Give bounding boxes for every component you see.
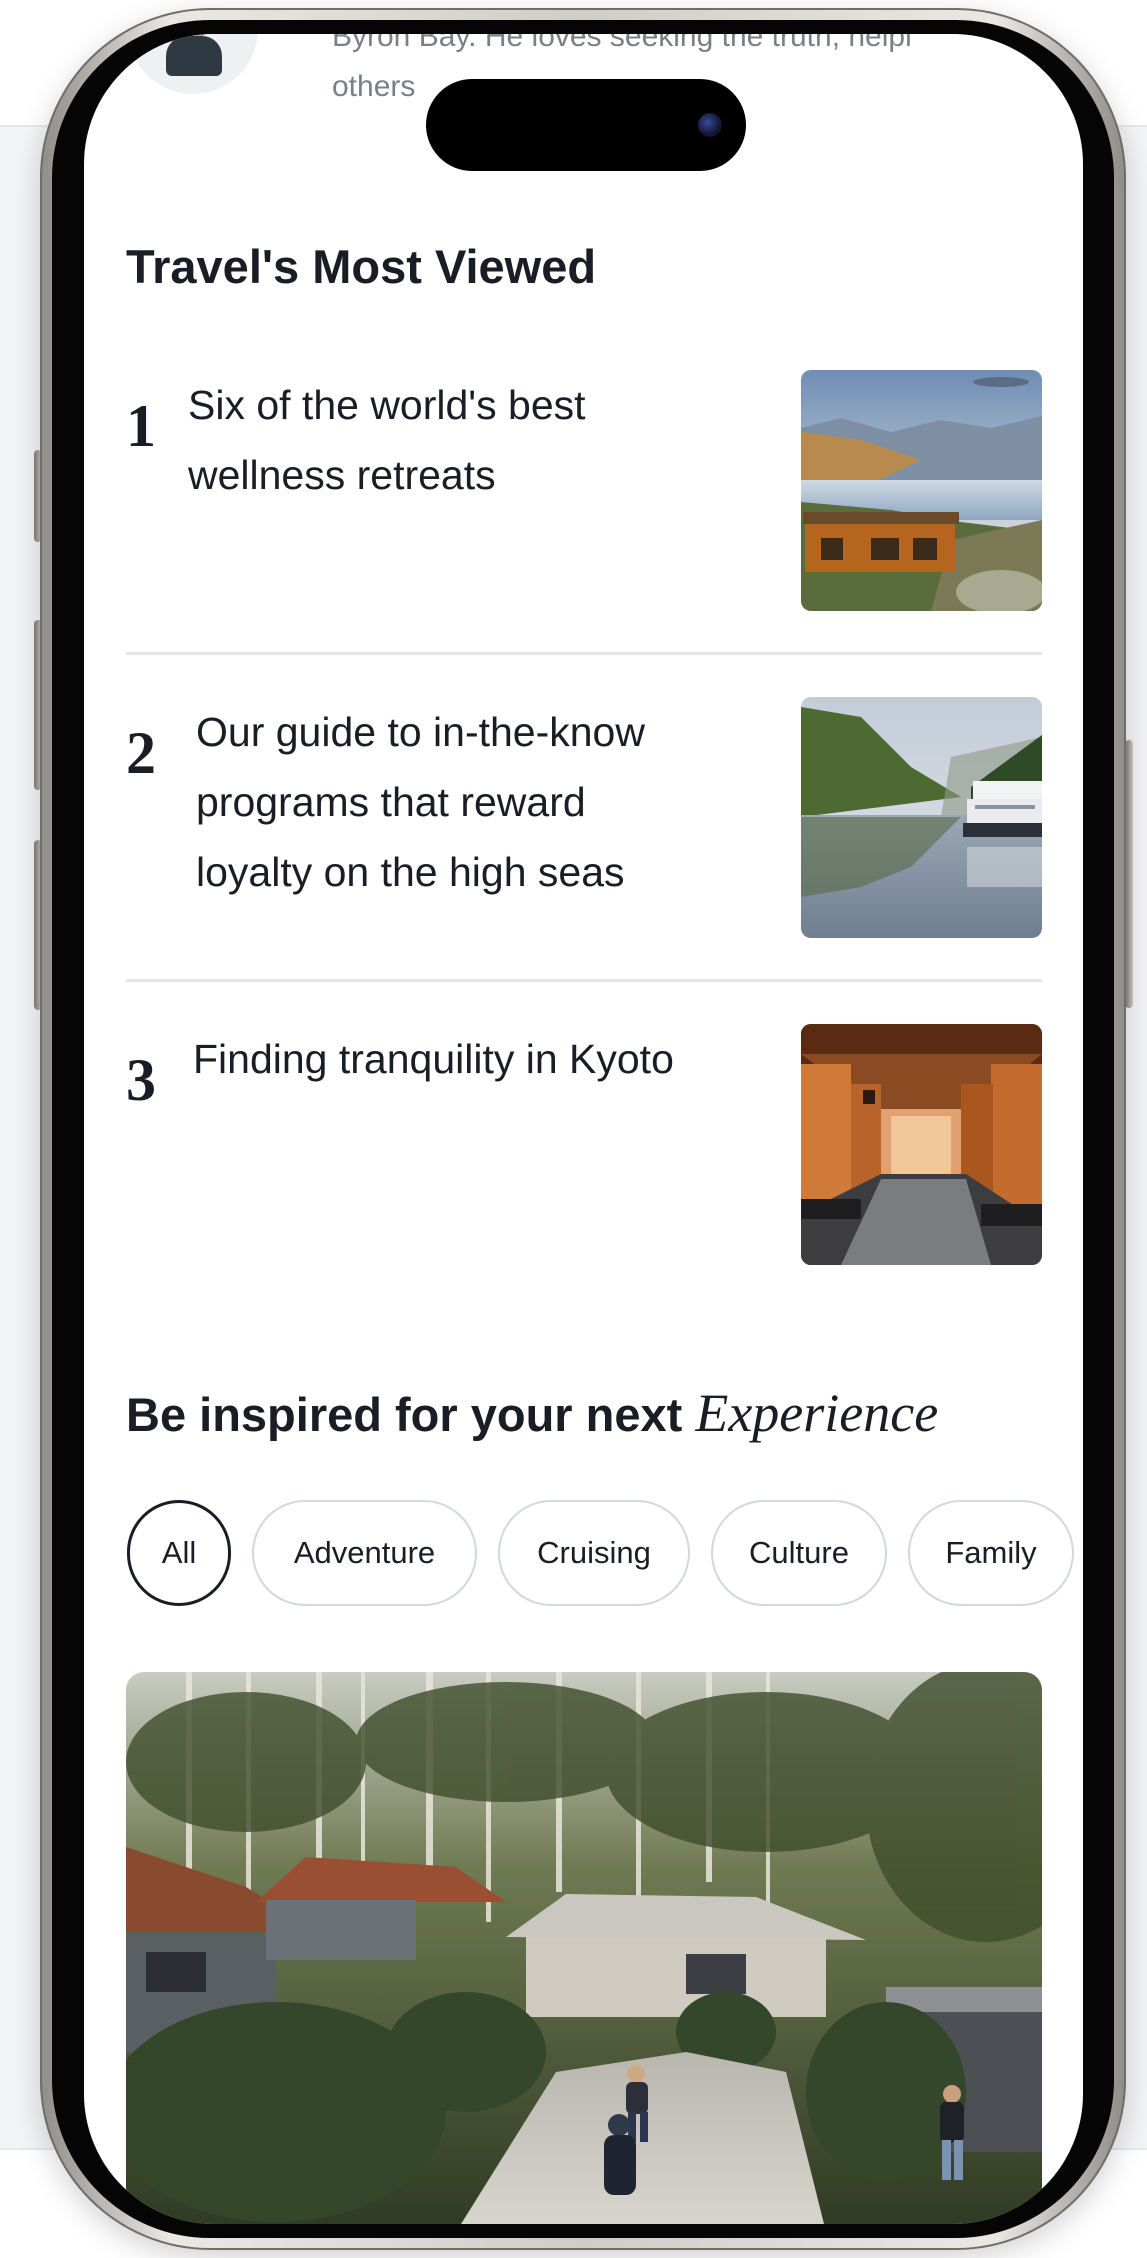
most-viewed-item[interactable]: 1 Six of the world's best wellness retre… [126, 370, 1042, 611]
torii-gates-image [801, 1024, 1042, 1265]
author-avatar [128, 34, 258, 94]
filter-pill-label: Adventure [293, 1535, 436, 1570]
inspire-title: Be inspired for your next Experience [126, 1382, 938, 1444]
filter-pill-label: Family [945, 1535, 1037, 1570]
inspire-title-accent: Experience [695, 1383, 939, 1443]
filter-pill-family[interactable]: Family [908, 1500, 1074, 1606]
rank-number: 3 [126, 1047, 156, 1113]
fjord-cruise-ship-image [801, 697, 1042, 938]
most-viewed-item[interactable]: 3 Finding tranquility in Kyoto [126, 1024, 1042, 1265]
article-thumbnail[interactable] [801, 1024, 1042, 1265]
inspire-title-text: Be inspired for your next [126, 1388, 683, 1441]
filter-pill-culture[interactable]: Culture [711, 1500, 887, 1606]
filter-pill-label: All [161, 1535, 197, 1570]
phone-power-button [1125, 740, 1133, 1008]
most-viewed-item[interactable]: 2 Our guide to in-the-know programs that… [126, 697, 1042, 938]
article-headline[interactable]: Our guide to in-the-know programs that r… [196, 697, 756, 907]
headline-line: programs that reward [196, 779, 586, 825]
rank-number: 1 [126, 393, 156, 459]
filter-pill-all[interactable]: All [127, 1500, 231, 1606]
headline-line: wellness retreats [188, 452, 496, 498]
list-divider [126, 652, 1042, 655]
article-thumbnail[interactable] [801, 697, 1042, 938]
front-camera-icon [698, 113, 722, 137]
list-divider [126, 979, 1042, 982]
headline-line: Finding tranquility in Kyoto [193, 1036, 674, 1082]
headline-line: Our guide to in-the-know [196, 709, 645, 755]
article-headline[interactable]: Six of the world's best wellness retreat… [188, 370, 748, 510]
filter-pill-label: Culture [749, 1535, 849, 1570]
filter-pill-adventure[interactable]: Adventure [252, 1500, 477, 1606]
author-bio-line: Byron Bay. He loves seeking the truth, h… [332, 34, 912, 53]
rainforest-lodge-image [126, 1672, 1042, 2224]
most-viewed-title: Travel's Most Viewed [126, 240, 597, 293]
filter-pill-cruising[interactable]: Cruising [498, 1500, 690, 1606]
lake-lodge-image [801, 370, 1042, 611]
filter-pill-label: Cruising [537, 1535, 651, 1570]
experience-card-image[interactable] [126, 1672, 1042, 2224]
dynamic-island [426, 79, 746, 171]
headline-line: loyalty on the high seas [196, 849, 625, 895]
article-headline[interactable]: Finding tranquility in Kyoto [193, 1024, 753, 1094]
article-thumbnail[interactable] [801, 370, 1042, 611]
headline-line: Six of the world's best [188, 382, 586, 428]
rank-number: 2 [126, 720, 156, 786]
phone-screen: Byron Bay. He loves seeking the truth, h… [84, 34, 1083, 2224]
